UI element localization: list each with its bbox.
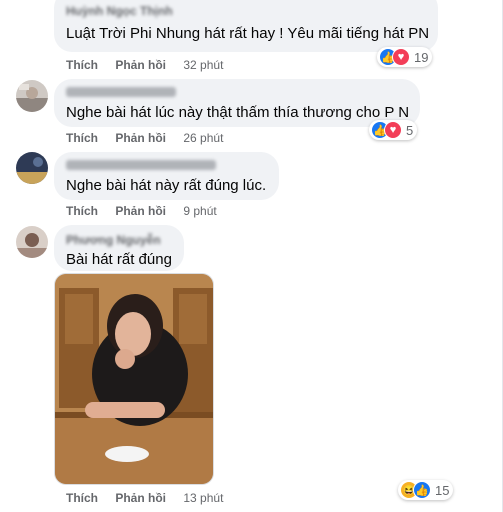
comment-actions: Thích Phản hồi 32 phút — [66, 58, 223, 72]
comment-actions: Thích Phản hồi 9 phút — [66, 204, 217, 218]
comments-panel: Huỳnh Ngọc Thịnh Luật Trời Phi Nhung hát… — [0, 0, 503, 512]
comment-bubble-4: Phương Nguyễn Bài hát rất đúng — [54, 225, 184, 271]
comment-author[interactable] — [66, 87, 176, 97]
like-button[interactable]: Thích — [66, 491, 98, 505]
avatar[interactable] — [16, 226, 48, 258]
reply-button[interactable]: Phản hồi — [115, 491, 166, 505]
comment-bubble-2: Nghe bài hát lúc này thật thấm thía thươ… — [54, 79, 420, 127]
comment-author[interactable] — [66, 160, 216, 170]
comment-bubble-1: Huỳnh Ngọc Thịnh Luật Trời Phi Nhung hát… — [54, 0, 438, 52]
heart-icon: ♥ — [392, 48, 410, 66]
comment-timestamp[interactable]: 13 phút — [183, 491, 223, 505]
comment-actions: Thích Phản hồi 26 phút — [66, 131, 223, 145]
comment-text: Luật Trời Phi Nhung hát rất hay ! Yêu mã… — [66, 25, 430, 42]
reaction-summary[interactable]: 👍 ♥ 5 — [369, 120, 418, 140]
comment-author[interactable]: Huỳnh Ngọc Thịnh — [66, 4, 426, 18]
comment-actions: Thích Phản hồi 13 phút — [66, 491, 223, 505]
reply-button[interactable]: Phản hồi — [115, 204, 166, 218]
comment-text: Nghe bài hát lúc này thật thấm thía thươ… — [66, 104, 410, 121]
thumbs-up-icon: 👍 — [413, 481, 431, 499]
avatar[interactable] — [16, 152, 48, 184]
comment-timestamp[interactable]: 26 phút — [183, 131, 223, 145]
comment-timestamp[interactable]: 32 phút — [183, 58, 223, 72]
like-button[interactable]: Thích — [66, 204, 98, 218]
reaction-count: 5 — [406, 122, 414, 138]
comment-photo[interactable] — [54, 273, 214, 485]
comment-bubble-3: Nghe bài hát này rất đúng lúc. — [54, 152, 279, 200]
comment-text: Bài hát rất đúng — [66, 251, 172, 268]
reaction-count: 15 — [435, 482, 450, 498]
comment-author[interactable]: Phương Nguyễn — [66, 233, 172, 247]
comment-timestamp[interactable]: 9 phút — [183, 204, 216, 218]
reply-button[interactable]: Phản hồi — [115, 58, 166, 72]
avatar[interactable] — [16, 80, 48, 112]
reaction-summary[interactable]: 👍 ♥ 19 — [377, 47, 433, 67]
like-button[interactable]: Thích — [66, 58, 98, 72]
reaction-count: 19 — [414, 49, 429, 65]
heart-icon: ♥ — [384, 121, 402, 139]
like-button[interactable]: Thích — [66, 131, 98, 145]
comment-text: Nghe bài hát này rất đúng lúc. — [66, 177, 267, 194]
reaction-summary[interactable]: 😆 👍 15 — [398, 480, 454, 500]
reply-button[interactable]: Phản hồi — [115, 131, 166, 145]
